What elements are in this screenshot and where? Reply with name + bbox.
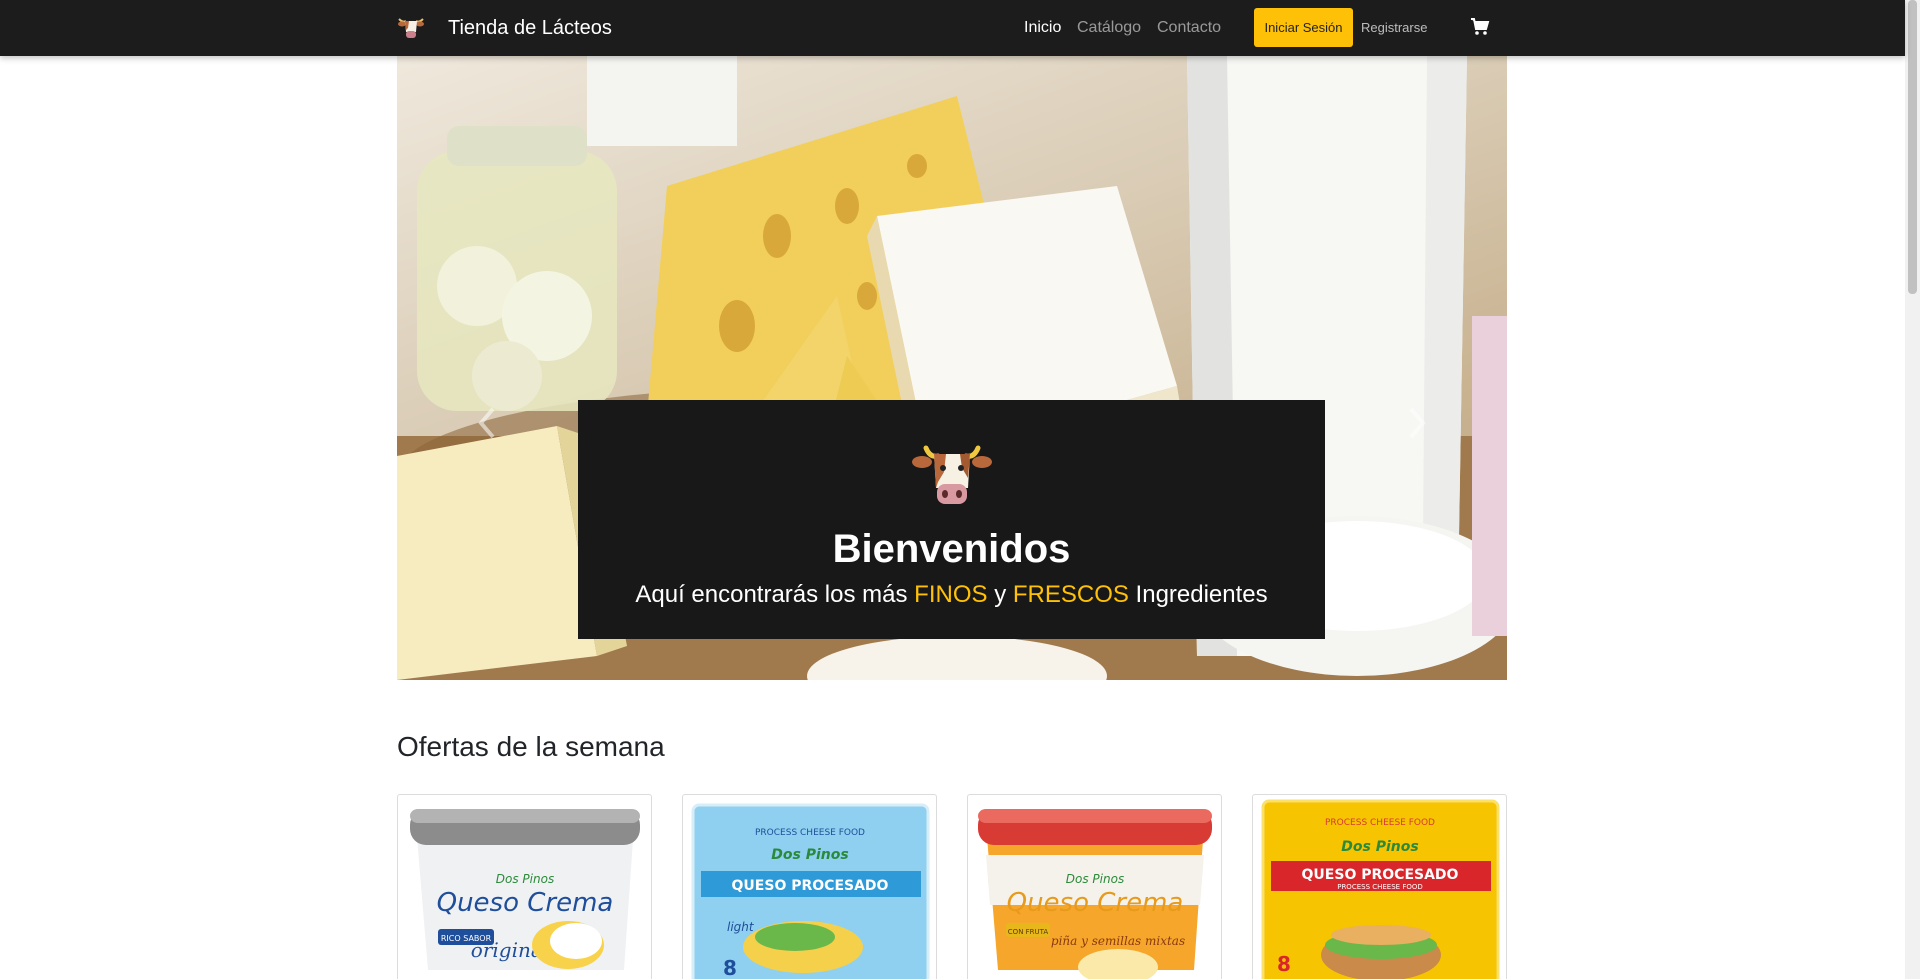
product-tag: CON FRUTA [1008,928,1049,936]
product-name: Queso Crema [1007,888,1184,918]
brand-name[interactable]: Tienda de Lácteos [448,16,612,40]
navbar: Tienda de Lácteos Inicio Catálogo Contac… [0,0,1905,56]
nav-link-catalogo[interactable]: Catálogo [1077,18,1141,38]
product-image-queso-crema-pina[interactable]: Dos Pinos Queso Crema CON FRUTA piña y s… [968,795,1222,979]
page-scrollbar[interactable] [1905,0,1920,979]
product-tag: PROCESS CHEESE FOOD [755,828,865,838]
product-tag: PROCESS CHEESE FOOD [1325,818,1435,828]
nav-link-contacto[interactable]: Contacto [1157,18,1221,38]
hero-highlight-finos: FINOS [914,581,988,608]
scrollbar-thumb[interactable] [1908,0,1917,294]
product-variant: light [727,920,755,934]
product-image-queso-procesado[interactable]: PROCESS CHEESE FOOD Dos Pinos QUESO PROC… [1253,795,1507,979]
nav-link-inicio[interactable]: Inicio [1024,18,1061,38]
product-brand: Dos Pinos [1066,872,1124,886]
cow-logo-icon[interactable] [397,14,425,40]
product-card[interactable]: PROCESS CHEESE FOOD Dos Pinos QUESO PROC… [1252,794,1507,979]
product-name: QUESO PROCESADO [732,878,889,894]
hero-subtitle-start: Aquí encontrarás los más [635,581,908,608]
hero-subtitle-connector: y [994,581,1007,608]
login-button[interactable]: Iniciar Sesión [1254,8,1353,47]
hero-highlight-frescos: FRESCOS [1012,581,1129,608]
product-card[interactable]: PROCESS CHEESE FOOD Dos Pinos QUESO PROC… [682,794,937,979]
product-count: 8 [723,956,737,979]
carousel-next-arrow-icon[interactable] [1407,406,1427,440]
hero-title: Bienvenidos [832,527,1071,571]
hero-subtitle: Aquí encontrarás los más FINOS y FRESCOS… [578,580,1325,610]
product-count: 8 [1277,952,1291,976]
cart-icon[interactable] [1470,16,1490,36]
product-brand: Dos Pinos [496,872,554,886]
offers-title: Ofertas de la semana [397,731,665,762]
cow-head-icon [912,445,992,504]
product-image-queso-procesado-light[interactable]: PROCESS CHEESE FOOD Dos Pinos QUESO PROC… [683,795,937,979]
hero-subtitle-end: Ingredientes [1135,581,1268,608]
product-variant: PROCESS CHEESE FOOD [1337,883,1423,891]
product-card[interactable]: Dos Pinos Queso Crema CON FRUTA piña y s… [967,794,1222,979]
carousel-prev-arrow-icon[interactable] [477,406,497,440]
product-brand: Dos Pinos [1341,839,1418,855]
product-name: QUESO PROCESADO [1302,867,1459,883]
product-brand: Dos Pinos [771,847,848,863]
hero-caption: Bienvenidos Aquí encontrarás los más FIN… [578,400,1325,639]
product-image-queso-crema-original[interactable]: Dos Pinos Queso Crema RICO SABOR origina… [398,795,652,979]
product-variant: piña y semillas mixtas [1051,934,1185,948]
product-name: Queso Crema [437,888,614,918]
hero-carousel: Bienvenidos Aquí encontrarás los más FIN… [397,56,1507,680]
product-card[interactable]: Dos Pinos Queso Crema RICO SABOR origina… [397,794,652,979]
register-link[interactable]: Registrarse [1361,18,1427,38]
